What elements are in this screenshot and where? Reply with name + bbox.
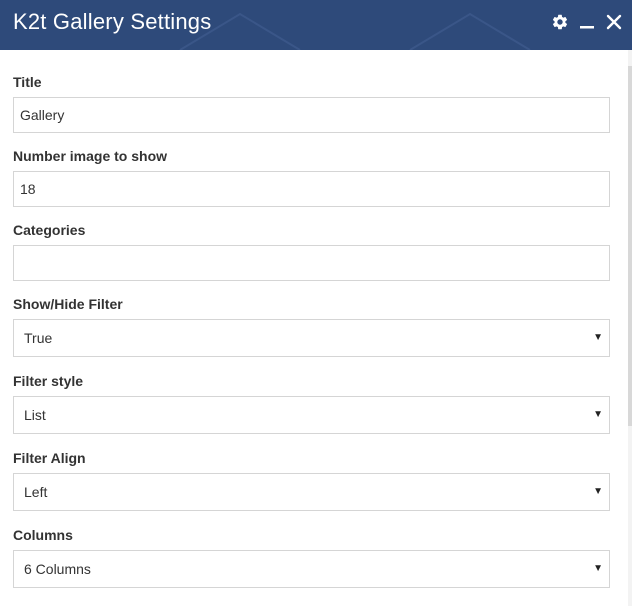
columns-select[interactable]: 6 Columns ▼ (13, 550, 610, 588)
filter-align-field-group: Filter Align Left ▼ (13, 450, 610, 511)
filter-align-label: Filter Align (13, 450, 86, 466)
show-hide-filter-label: Show/Hide Filter (13, 296, 123, 312)
number-images-label: Number image to show (13, 148, 168, 164)
categories-input[interactable] (13, 245, 610, 281)
title-input[interactable]: Gallery (13, 97, 610, 133)
chevron-down-icon: ▼ (593, 563, 603, 574)
columns-label: Columns (13, 527, 73, 543)
window-controls (543, 12, 624, 32)
scrollbar-thumb[interactable] (628, 66, 632, 426)
show-hide-filter-select[interactable]: True ▼ (13, 319, 610, 357)
minimize-icon[interactable] (577, 12, 597, 32)
chevron-down-icon: ▼ (593, 332, 603, 343)
show-hide-filter-field-group: Show/Hide Filter True ▼ (13, 296, 610, 357)
filter-align-select[interactable]: Left ▼ (13, 473, 610, 511)
chevron-down-icon: ▼ (593, 409, 603, 420)
window-title: K2t Gallery Settings (13, 9, 212, 34)
categories-field-group: Categories (13, 222, 610, 281)
title-bar: K2t Gallery Settings (0, 0, 632, 50)
settings-form: Title Gallery Number image to show 18 Ca… (0, 50, 632, 606)
show-hide-filter-value: True (24, 330, 53, 346)
categories-label: Categories (13, 222, 86, 238)
filter-style-value: List (24, 407, 46, 423)
filter-style-select[interactable]: List ▼ (13, 396, 610, 434)
number-images-input[interactable]: 18 (13, 171, 610, 207)
number-images-field-group: Number image to show 18 (13, 148, 610, 207)
gallery-settings-panel: K2t Gallery Settings Title Gallery Numbe… (0, 0, 632, 606)
scrollbar[interactable] (628, 50, 632, 606)
filter-align-value: Left (24, 484, 48, 500)
title-field-group: Title Gallery (13, 74, 610, 133)
filter-style-label: Filter style (13, 373, 84, 389)
close-icon[interactable] (604, 12, 624, 32)
gear-icon[interactable] (550, 12, 570, 32)
columns-value: 6 Columns (24, 561, 91, 577)
columns-field-group: Columns 6 Columns ▼ (13, 527, 610, 588)
filter-style-field-group: Filter style List ▼ (13, 373, 610, 434)
title-label: Title (13, 74, 42, 90)
chevron-down-icon: ▼ (593, 486, 603, 497)
